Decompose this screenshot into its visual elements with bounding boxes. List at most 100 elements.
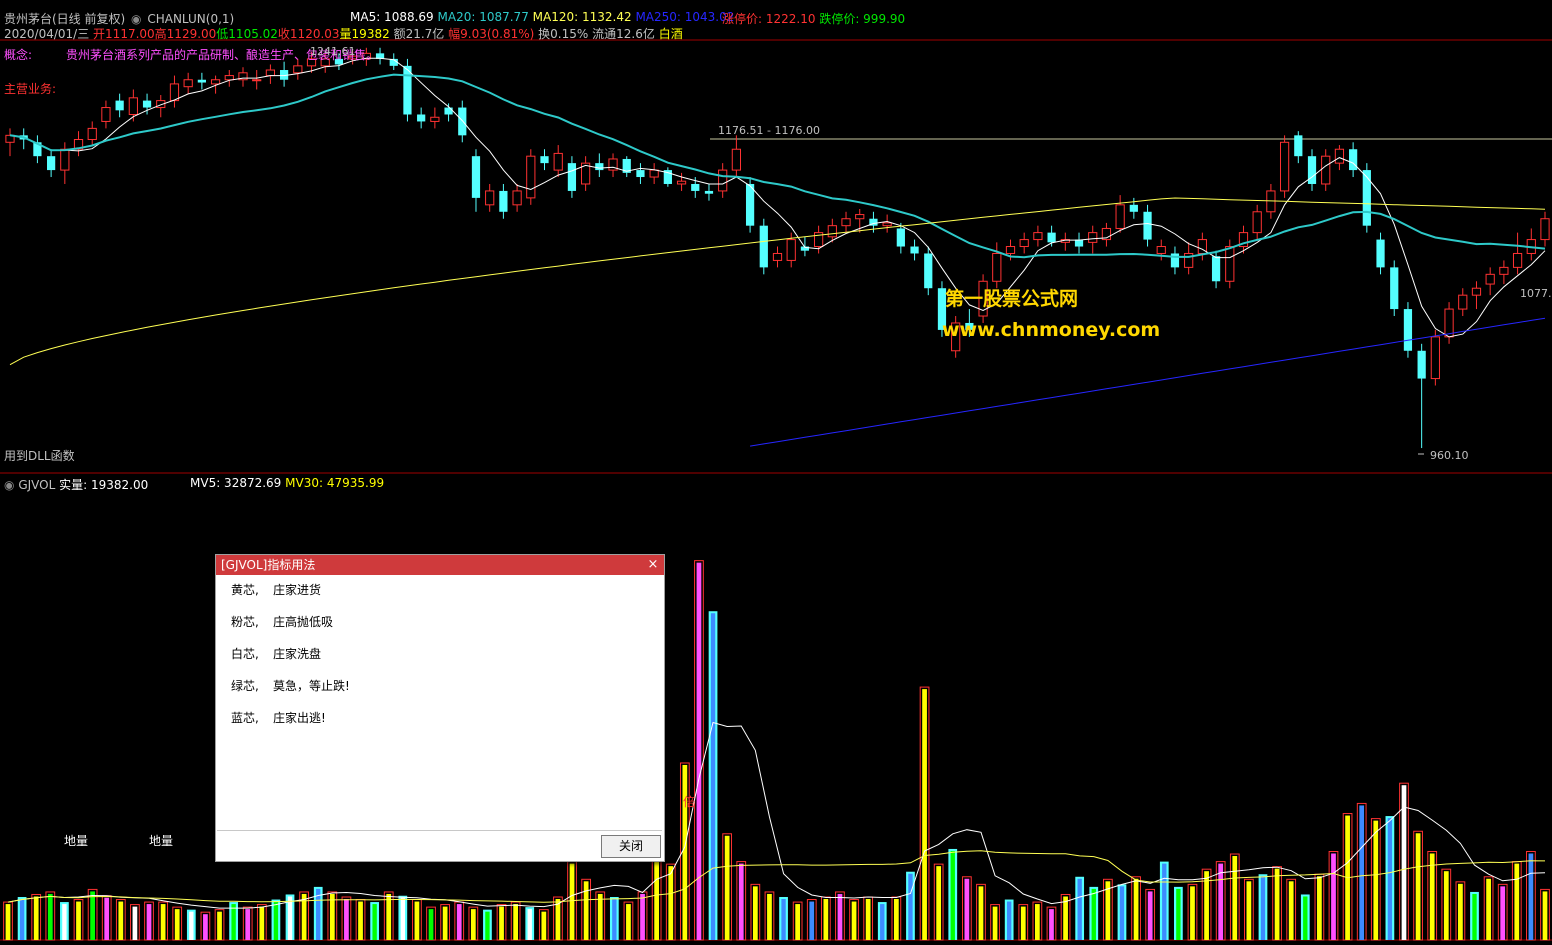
candle-body xyxy=(1225,246,1235,282)
candle-body xyxy=(855,214,865,220)
volume-bar-core xyxy=(344,899,349,940)
volume-bar-core xyxy=(414,901,420,940)
candle-body xyxy=(1376,239,1385,268)
candle-body xyxy=(1362,170,1371,226)
indicator-name[interactable]: CHANLUN(0,1) xyxy=(147,12,234,26)
candle-body xyxy=(1512,252,1523,268)
indicator-dropdown-icon[interactable]: ◉ xyxy=(131,12,141,26)
volume-bar-core xyxy=(1162,863,1167,940)
candle-body xyxy=(896,228,905,247)
ma-legend: MA5: 1088.69 MA20: 1087.77 MA120: 1132.4… xyxy=(350,10,734,24)
volume-bar-core xyxy=(837,893,843,940)
volume-bar-core xyxy=(1063,896,1068,940)
candle-body xyxy=(910,246,919,254)
volume-bar-core xyxy=(1190,886,1195,940)
volume-bar-core xyxy=(1133,878,1139,940)
ma5-label: MA5: 1088.69 xyxy=(350,10,434,24)
volume-bar-core xyxy=(724,835,730,940)
volume-bar-core xyxy=(880,904,885,940)
candle-body xyxy=(471,156,481,198)
volume-bar-core xyxy=(189,911,194,940)
volume-ma-legend: MV5: 32872.69 MV30: 47935.99 xyxy=(190,476,384,490)
candle-body xyxy=(1444,308,1454,338)
candle-body xyxy=(169,83,180,102)
volume-bar-core xyxy=(203,914,208,940)
volume-bar-core xyxy=(612,899,617,940)
volume-bar-core xyxy=(569,863,575,940)
volume-bar-core xyxy=(1288,881,1294,940)
volume-bar-core xyxy=(1458,883,1463,940)
quote-line: 2020/04/01/三 开1117.00高1129.00低1105.02收11… xyxy=(4,25,683,42)
volume-bar-core xyxy=(1077,878,1082,940)
candle-body xyxy=(293,65,303,74)
dialog-line: 绿芯, 莫急，等止跌! xyxy=(231,679,350,693)
candle-body xyxy=(1458,294,1468,310)
volume-bar-core xyxy=(1091,888,1096,940)
dialog-title: [GJVOL]指标用法 xyxy=(221,558,316,572)
volume-bar-core xyxy=(908,873,913,940)
volume-bar-core xyxy=(400,897,406,940)
dialog-line: 粉芯, 庄高抛低吸 xyxy=(231,615,334,629)
volume-bar-core xyxy=(146,904,152,940)
dialog-close-button[interactable]: 关闭 xyxy=(601,835,661,858)
volume-bar-core xyxy=(1034,904,1040,940)
candle-body xyxy=(485,190,495,206)
volume-bar-core xyxy=(1542,891,1548,940)
volume-bar-core xyxy=(936,866,942,940)
volume-indicator-name[interactable]: GJVOL xyxy=(18,478,55,492)
candle-body xyxy=(1471,287,1482,296)
candle-body xyxy=(540,156,549,164)
candle-body xyxy=(567,163,577,191)
price-level-label: 1176.51 - 1176.00 xyxy=(718,124,820,137)
limit-up: 涨停价: 1222.10 xyxy=(722,12,816,26)
volume-bar-core xyxy=(1429,853,1435,940)
volume-bar-core xyxy=(160,904,166,940)
volume-dropdown-icon[interactable]: ◉ xyxy=(4,478,14,492)
candle-body xyxy=(1170,253,1180,268)
candle-body xyxy=(731,148,741,171)
candle-body xyxy=(1047,232,1056,243)
indicator-usage-dialog[interactable]: [GJVOL]指标用法 × 黄芯, 庄家进货 粉芯, 庄高抛低吸 白芯, 庄家洗盘 绿… xyxy=(215,554,665,862)
volume-bar-core xyxy=(978,886,984,940)
candle-body xyxy=(444,107,453,115)
volume-bar-core xyxy=(597,893,603,940)
volume-bar-core xyxy=(626,904,631,940)
concept-row: 概念: xyxy=(4,46,32,63)
candle-body xyxy=(60,148,70,171)
quote-close: 收1120.03 xyxy=(277,27,340,41)
candle-body xyxy=(772,252,783,261)
candle-body xyxy=(1485,273,1495,285)
volume-bar-core xyxy=(386,893,392,940)
candle-body xyxy=(499,190,508,212)
candle-body xyxy=(992,252,1002,282)
quote-turnover: 换0.15% xyxy=(538,27,589,41)
candle-body xyxy=(224,75,234,81)
volume-bar-core xyxy=(245,909,251,940)
dialog-title-bar[interactable]: [GJVOL]指标用法 × xyxy=(216,555,664,575)
bei-mark: 倍 xyxy=(683,795,696,809)
volume-bar-core xyxy=(640,893,645,940)
candle-body xyxy=(197,79,206,83)
ma120-label: MA120: 1132.42 xyxy=(532,10,632,24)
candle-body xyxy=(47,156,56,171)
volume-bar-core xyxy=(47,893,53,940)
volume-bar-core xyxy=(964,878,970,940)
volume-bar-core xyxy=(1147,891,1153,940)
candle-body xyxy=(691,183,700,191)
candle-body xyxy=(1321,155,1331,185)
stock-title[interactable]: 贵州茅台(日线 前复权) xyxy=(4,12,125,26)
dialog-line: 蓝芯, 庄家出逃! xyxy=(231,711,326,725)
volume-bar-core xyxy=(1260,876,1266,940)
volume-bar-core xyxy=(259,906,265,940)
volume-bar-core xyxy=(132,906,138,940)
volume-bar-core xyxy=(442,906,448,940)
volume-bar-core xyxy=(541,911,547,940)
candle-body xyxy=(1019,239,1029,248)
volume-bar-core xyxy=(118,901,124,940)
close-icon[interactable]: × xyxy=(646,555,660,575)
main-business-label: 主营业务: xyxy=(4,82,57,96)
candle-body xyxy=(265,69,276,77)
candle-body xyxy=(1115,204,1125,229)
candle-body xyxy=(458,107,467,136)
watermark-title: 第一股票公式网 xyxy=(945,288,1079,310)
